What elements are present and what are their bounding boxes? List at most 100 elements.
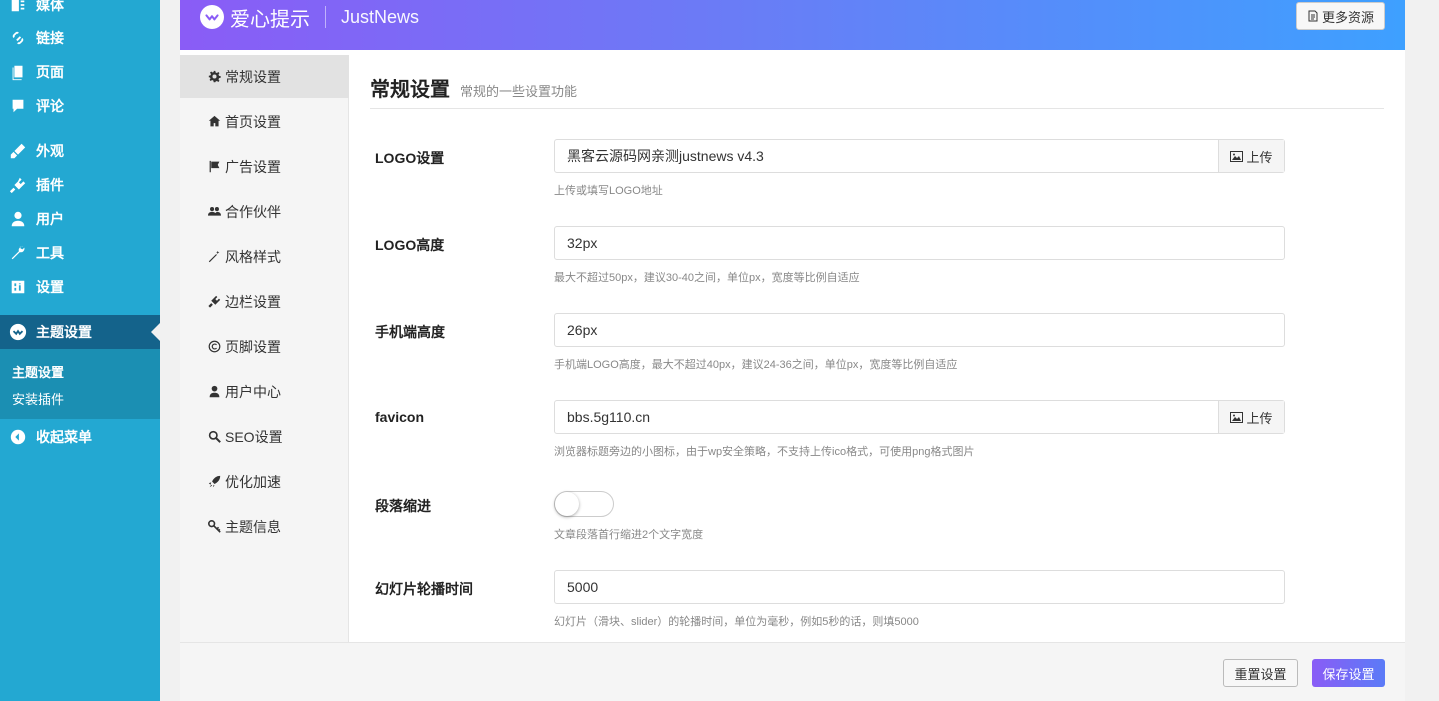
collapse-icon bbox=[0, 428, 36, 446]
favicon-help: 浏览器标题旁边的小图标，由于wp安全策略，不支持上传ico格式，可使用png格式… bbox=[554, 446, 975, 458]
logo-height-help: 最大不超过50px，建议30-40之间，单位px，宽度等比例自适应 bbox=[554, 272, 860, 284]
more-resources-label: 更多资源 bbox=[1321, 9, 1374, 25]
nav-style[interactable]: 风格样式 bbox=[180, 235, 349, 278]
wp-menu-users[interactable]: 用户 bbox=[0, 202, 160, 236]
panel-footer: 重置设置 保存设置 bbox=[180, 642, 1405, 701]
slider-time-label: 幻灯片轮播时间 bbox=[375, 581, 473, 597]
gear-icon bbox=[208, 70, 221, 83]
nav-label: 优化加速 bbox=[225, 473, 281, 490]
nav-label: 页脚设置 bbox=[225, 338, 281, 355]
brand: 爱心提示 JustNews bbox=[200, 4, 419, 31]
section-title: 常规设置 bbox=[370, 79, 450, 101]
logo-height-label: LOGO高度 bbox=[375, 237, 445, 253]
wp-menu-pages[interactable]: 页面 bbox=[0, 55, 160, 89]
wp-menu-appearance[interactable]: 外观 bbox=[0, 134, 160, 168]
media-icon bbox=[0, 0, 36, 14]
wp-menu-label: 工具 bbox=[36, 245, 64, 261]
logo-input[interactable] bbox=[555, 140, 1218, 172]
wp-menu-label: 链接 bbox=[36, 30, 64, 46]
nav-label: 主题信息 bbox=[225, 518, 281, 535]
settings-icon bbox=[0, 278, 36, 296]
wp-menu-label: 设置 bbox=[36, 279, 64, 295]
nav-partners[interactable]: 合作伙伴 bbox=[180, 190, 349, 233]
comment-icon bbox=[0, 97, 36, 115]
wp-menu-media[interactable]: 媒体 bbox=[0, 0, 160, 22]
active-arrow bbox=[151, 323, 160, 341]
wp-menu-links[interactable]: 链接 bbox=[0, 21, 160, 55]
nav-label: 合作伙伴 bbox=[225, 203, 281, 220]
wp-menu-theme-settings[interactable]: 主题设置 bbox=[0, 315, 160, 349]
wp-menu-settings[interactable]: 设置 bbox=[0, 270, 160, 304]
reset-button[interactable]: 重置设置 bbox=[1223, 659, 1298, 687]
nav-label: 用户中心 bbox=[225, 383, 281, 400]
user-icon bbox=[209, 385, 220, 398]
wp-menu-label: 收起菜单 bbox=[36, 429, 92, 445]
nav-theme-info[interactable]: 主题信息 bbox=[180, 505, 349, 548]
wp-admin-sidebar: 媒体 链接 页面 评论 外观 插件 用户 工具 设置 主题设置 主题设置 安装插… bbox=[0, 0, 160, 701]
users-icon bbox=[208, 207, 221, 216]
wp-menu-label: 页面 bbox=[36, 64, 64, 80]
wp-menu-plugins[interactable]: 插件 bbox=[0, 168, 160, 202]
appearance-icon bbox=[0, 142, 36, 160]
link-icon bbox=[0, 29, 36, 47]
nav-footer[interactable]: 页脚设置 bbox=[180, 325, 349, 368]
magic-icon bbox=[208, 250, 220, 263]
section-header: 常规设置 常规的一些设置功能 bbox=[370, 73, 1384, 109]
wp-sub-theme-settings[interactable]: 主题设置 bbox=[12, 362, 64, 381]
nav-user-center[interactable]: 用户中心 bbox=[180, 370, 349, 413]
wp-menu-label: 主题设置 bbox=[36, 324, 92, 340]
save-button[interactable]: 保存设置 bbox=[1312, 659, 1385, 687]
favicon-input[interactable] bbox=[555, 401, 1218, 433]
toggle-knob bbox=[555, 492, 579, 516]
wp-menu-comments[interactable]: 评论 bbox=[0, 89, 160, 123]
home-icon bbox=[208, 115, 221, 127]
nav-label: 广告设置 bbox=[225, 158, 281, 175]
heart-logo-icon bbox=[200, 5, 224, 29]
favicon-label: favicon bbox=[375, 409, 425, 425]
nav-sidebar[interactable]: 边栏设置 bbox=[180, 280, 349, 323]
logo-height-input[interactable] bbox=[555, 227, 1284, 259]
plug-icon bbox=[208, 295, 221, 308]
nav-optimize[interactable]: 优化加速 bbox=[180, 460, 349, 503]
brand-divider bbox=[325, 6, 326, 28]
slider-time-input[interactable] bbox=[555, 571, 1284, 603]
nav-home[interactable]: 首页设置 bbox=[180, 100, 349, 143]
upload-label: 上传 bbox=[1246, 410, 1273, 426]
document-icon bbox=[1308, 10, 1318, 22]
mobile-height-label: 手机端高度 bbox=[375, 324, 445, 340]
image-icon bbox=[1230, 411, 1244, 423]
upload-label: 上传 bbox=[1246, 149, 1273, 165]
nav-seo[interactable]: SEO设置 bbox=[180, 415, 349, 458]
mobile-height-input[interactable] bbox=[555, 314, 1284, 346]
theme-settings-panel: 爱心提示 JustNews 更多资源 常规设置 首页设置 广告设置 合作伙伴 风… bbox=[180, 0, 1405, 701]
settings-nav: 常规设置 首页设置 广告设置 合作伙伴 风格样式 边栏设置 页脚设置 用户中心 bbox=[180, 55, 349, 642]
wp-sub-install-plugins[interactable]: 安装插件 bbox=[12, 389, 64, 408]
logo-field: 上传 bbox=[554, 139, 1285, 173]
indent-help: 文章段落首行缩进2个文字宽度 bbox=[554, 529, 704, 541]
logo-label: LOGO设置 bbox=[375, 150, 445, 166]
logo-height-field bbox=[554, 226, 1285, 260]
indent-label: 段落缩进 bbox=[375, 498, 431, 514]
settings-content: 常规设置 常规的一些设置功能 LOGO设置 上传 上传或填写LOGO地址 LOG… bbox=[350, 55, 1405, 642]
nav-ads[interactable]: 广告设置 bbox=[180, 145, 349, 188]
rocket-icon bbox=[208, 475, 221, 488]
nav-label: 常规设置 bbox=[225, 68, 281, 85]
wp-menu-label: 外观 bbox=[36, 143, 64, 159]
logo-upload-button[interactable]: 上传 bbox=[1218, 140, 1284, 172]
favicon-upload-button[interactable]: 上传 bbox=[1218, 401, 1284, 433]
key-icon bbox=[208, 520, 221, 533]
wp-menu-label: 媒体 bbox=[36, 0, 64, 13]
favicon-field: 上传 bbox=[554, 400, 1285, 434]
indent-toggle[interactable] bbox=[554, 491, 614, 517]
more-resources-button[interactable]: 更多资源 bbox=[1295, 2, 1385, 30]
wp-collapse-menu[interactable]: 收起菜单 bbox=[0, 420, 160, 454]
wp-menu-label: 插件 bbox=[36, 177, 64, 193]
logo-help: 上传或填写LOGO地址 bbox=[554, 185, 663, 197]
nav-general[interactable]: 常规设置 bbox=[180, 55, 349, 98]
nav-label: 风格样式 bbox=[225, 248, 281, 265]
wrench-icon bbox=[0, 244, 36, 262]
wp-menu-tools[interactable]: 工具 bbox=[0, 236, 160, 270]
nav-label: SEO设置 bbox=[225, 428, 283, 445]
user-icon bbox=[0, 210, 36, 228]
image-icon bbox=[1230, 150, 1244, 162]
